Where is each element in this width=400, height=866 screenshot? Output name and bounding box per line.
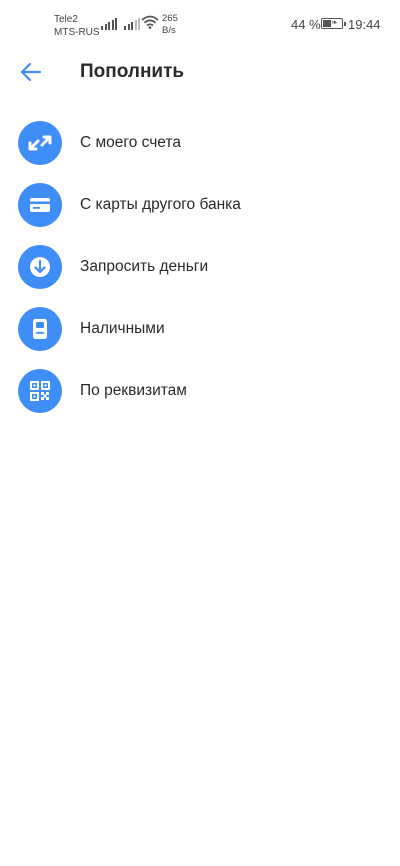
battery-icon: ❧ <box>321 18 346 29</box>
menu-item-label: Наличными <box>80 320 165 337</box>
menu-item-other-bank-card[interactable]: С карты другого банка <box>0 174 400 236</box>
wifi-icon <box>141 15 159 29</box>
menu-item-request-money[interactable]: Запросить деньги <box>0 236 400 298</box>
menu-item-cash[interactable]: Наличными <box>0 298 400 360</box>
credit-card-icon <box>18 183 62 227</box>
transfer-arrows-icon <box>18 121 62 165</box>
arrow-down-circle-icon <box>18 245 62 289</box>
signal-2-icon <box>124 16 140 30</box>
atm-icon <box>18 307 62 351</box>
qr-code-icon <box>18 369 62 413</box>
back-button[interactable] <box>14 58 48 86</box>
battery-percent: 44 % <box>291 17 321 32</box>
speed-value: 265 <box>162 13 178 24</box>
menu-item-own-account[interactable]: С моего счета <box>0 112 400 174</box>
power-saving-icon: ❧ <box>331 18 338 27</box>
menu-item-label: По реквизитам <box>80 382 187 399</box>
top-up-options-list: С моего счета С карты другого банка Запр… <box>0 112 400 422</box>
page-title: Пополнить <box>80 61 185 82</box>
battery-fill <box>323 20 331 27</box>
clock: 19:44 <box>348 17 381 32</box>
menu-item-label: Запросить деньги <box>80 258 209 275</box>
menu-item-label: С карты другого банка <box>80 196 241 213</box>
network-speed: 265 B/s <box>162 13 178 37</box>
signal-1-icon <box>101 16 117 30</box>
carrier-1: Tele2 <box>54 14 78 25</box>
status-bar: Tele2 MTS-RUS 265 B/s 44 % ❧ 19:44 <box>0 0 400 46</box>
menu-item-label: С моего счета <box>80 134 181 151</box>
menu-item-requisites[interactable]: По реквизитам <box>0 360 400 422</box>
carrier-names: Tele2 MTS-RUS <box>54 13 100 39</box>
speed-unit: B/s <box>162 25 176 36</box>
app-header: Пополнить <box>0 52 400 92</box>
carrier-2: MTS-RUS <box>54 27 100 38</box>
arrow-left-icon <box>20 62 42 82</box>
